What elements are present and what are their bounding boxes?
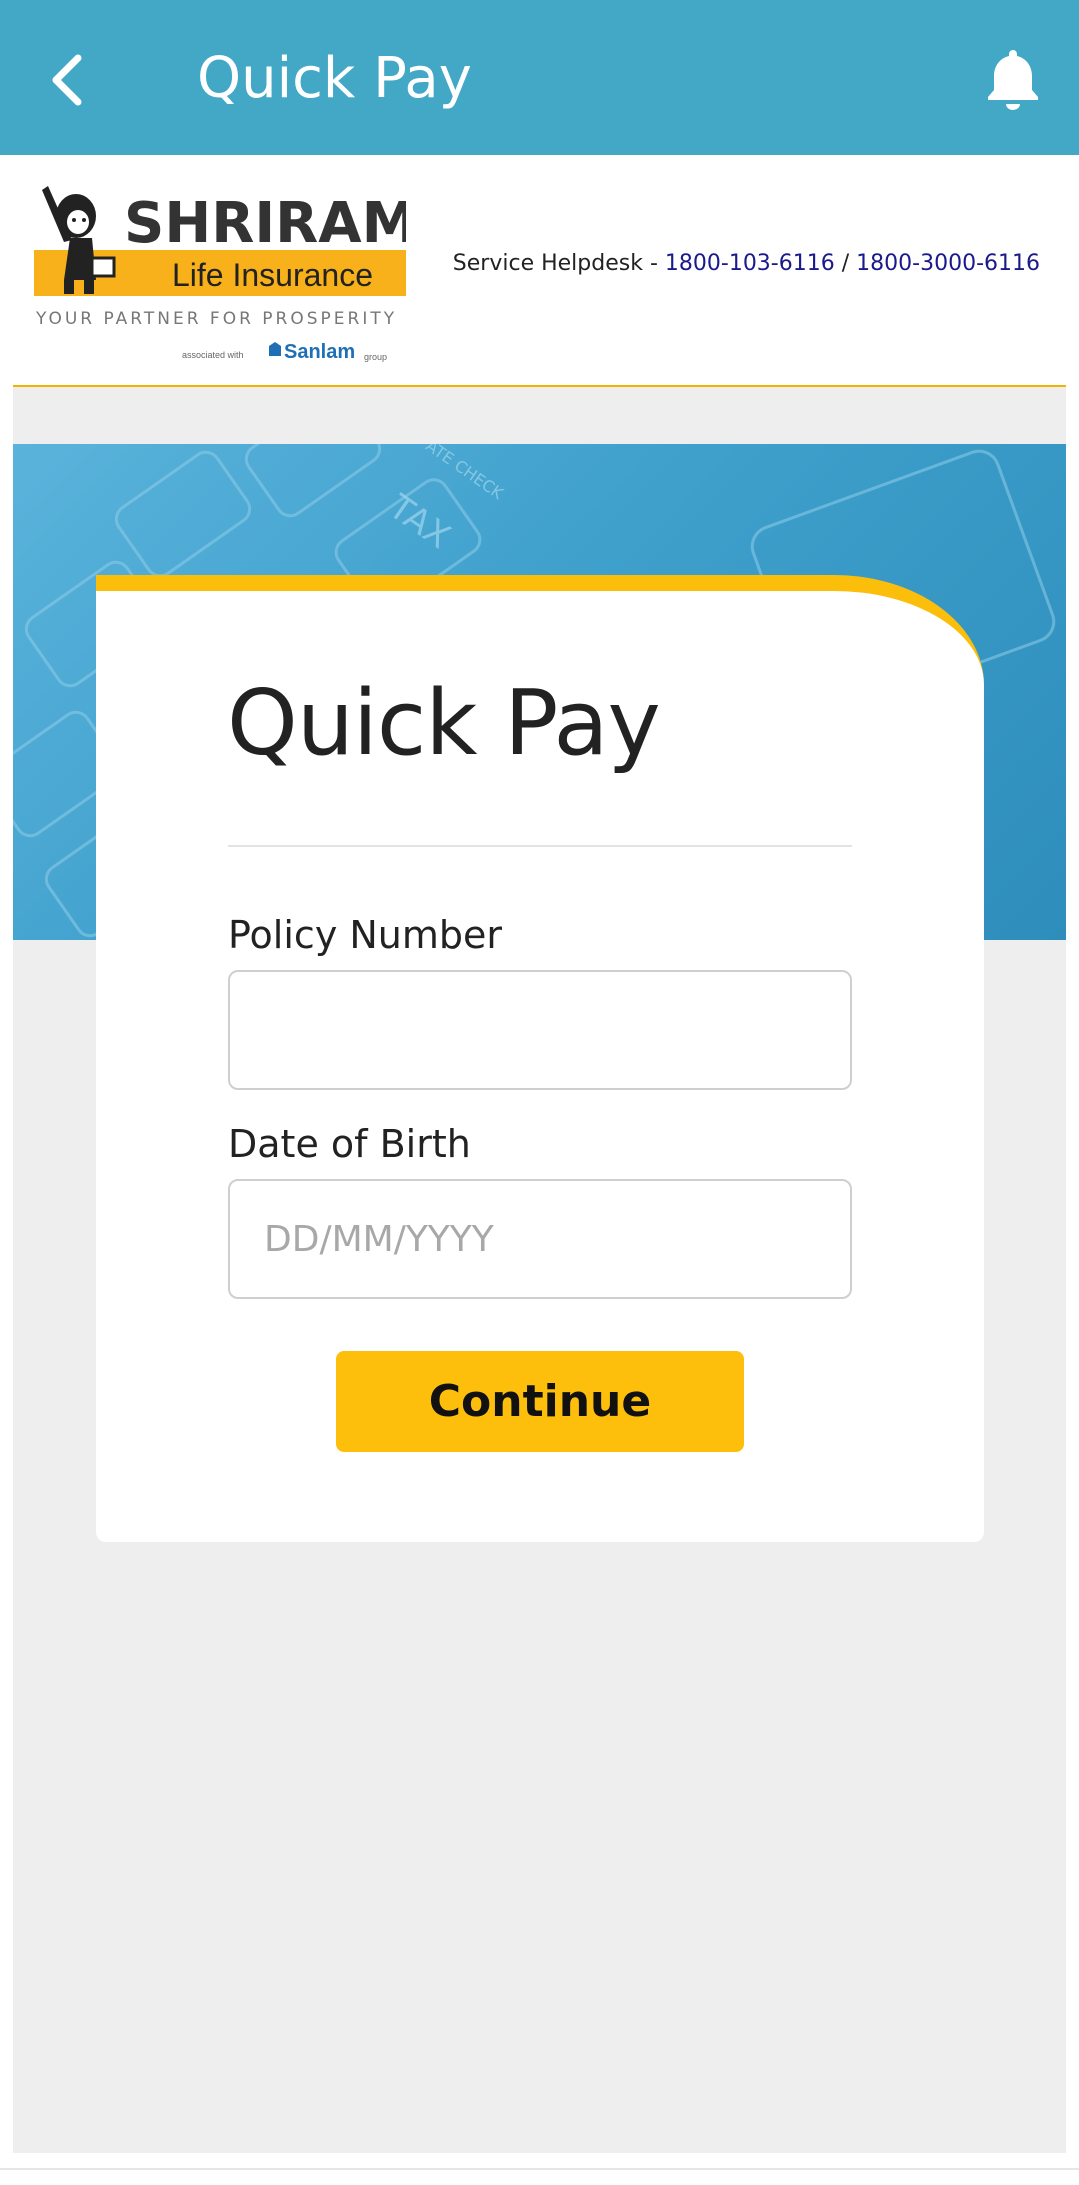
bottom-divider (0, 2168, 1079, 2170)
policy-number-label: Policy Number (228, 913, 503, 957)
policy-number-input[interactable] (228, 970, 852, 1090)
card-title: Quick Pay (227, 671, 661, 776)
svg-text:Life Insurance: Life Insurance (172, 257, 373, 293)
phone-separator: / (834, 251, 857, 276)
date-of-birth-label: Date of Birth (228, 1122, 471, 1166)
sanlam-icon (269, 342, 281, 356)
svg-text:SHRIRAM: SHRIRAM (124, 191, 406, 256)
title-divider (228, 845, 852, 847)
quick-pay-card: Quick Pay Policy Number Date of Birth Co… (96, 575, 984, 1542)
helpdesk-label: Service Helpdesk - (452, 251, 665, 276)
helpdesk-phone-1[interactable]: 1800-103-6116 (665, 251, 835, 276)
bell-icon[interactable] (986, 48, 1040, 110)
chevron-left-icon[interactable] (44, 50, 94, 110)
shriram-logo: SHRIRAM Life Insurance YOUR PARTNER FOR … (34, 186, 406, 363)
app-bar: Quick Pay (0, 0, 1079, 155)
svg-text:YOUR PARTNER FOR PROSPERITY: YOUR PARTNER FOR PROSPERITY (35, 309, 397, 329)
svg-text:TAX: TAX (381, 487, 458, 557)
app-bar-title: Quick Pay (197, 46, 472, 111)
svg-text:associated with: associated with (182, 350, 244, 360)
svg-text:ATE CHECK: ATE CHECK (423, 444, 508, 503)
helpdesk-phone-2[interactable]: 1800-3000-6116 (856, 251, 1040, 276)
brand-header: SHRIRAM Life Insurance YOUR PARTNER FOR … (13, 155, 1066, 387)
svg-text:group: group (364, 352, 387, 362)
svg-text:Sanlam: Sanlam (284, 341, 355, 363)
continue-button[interactable]: Continue (336, 1351, 744, 1452)
date-of-birth-input[interactable] (228, 1179, 852, 1299)
service-helpdesk: Service Helpdesk - 1800-103-6116 / 1800-… (453, 251, 1040, 276)
